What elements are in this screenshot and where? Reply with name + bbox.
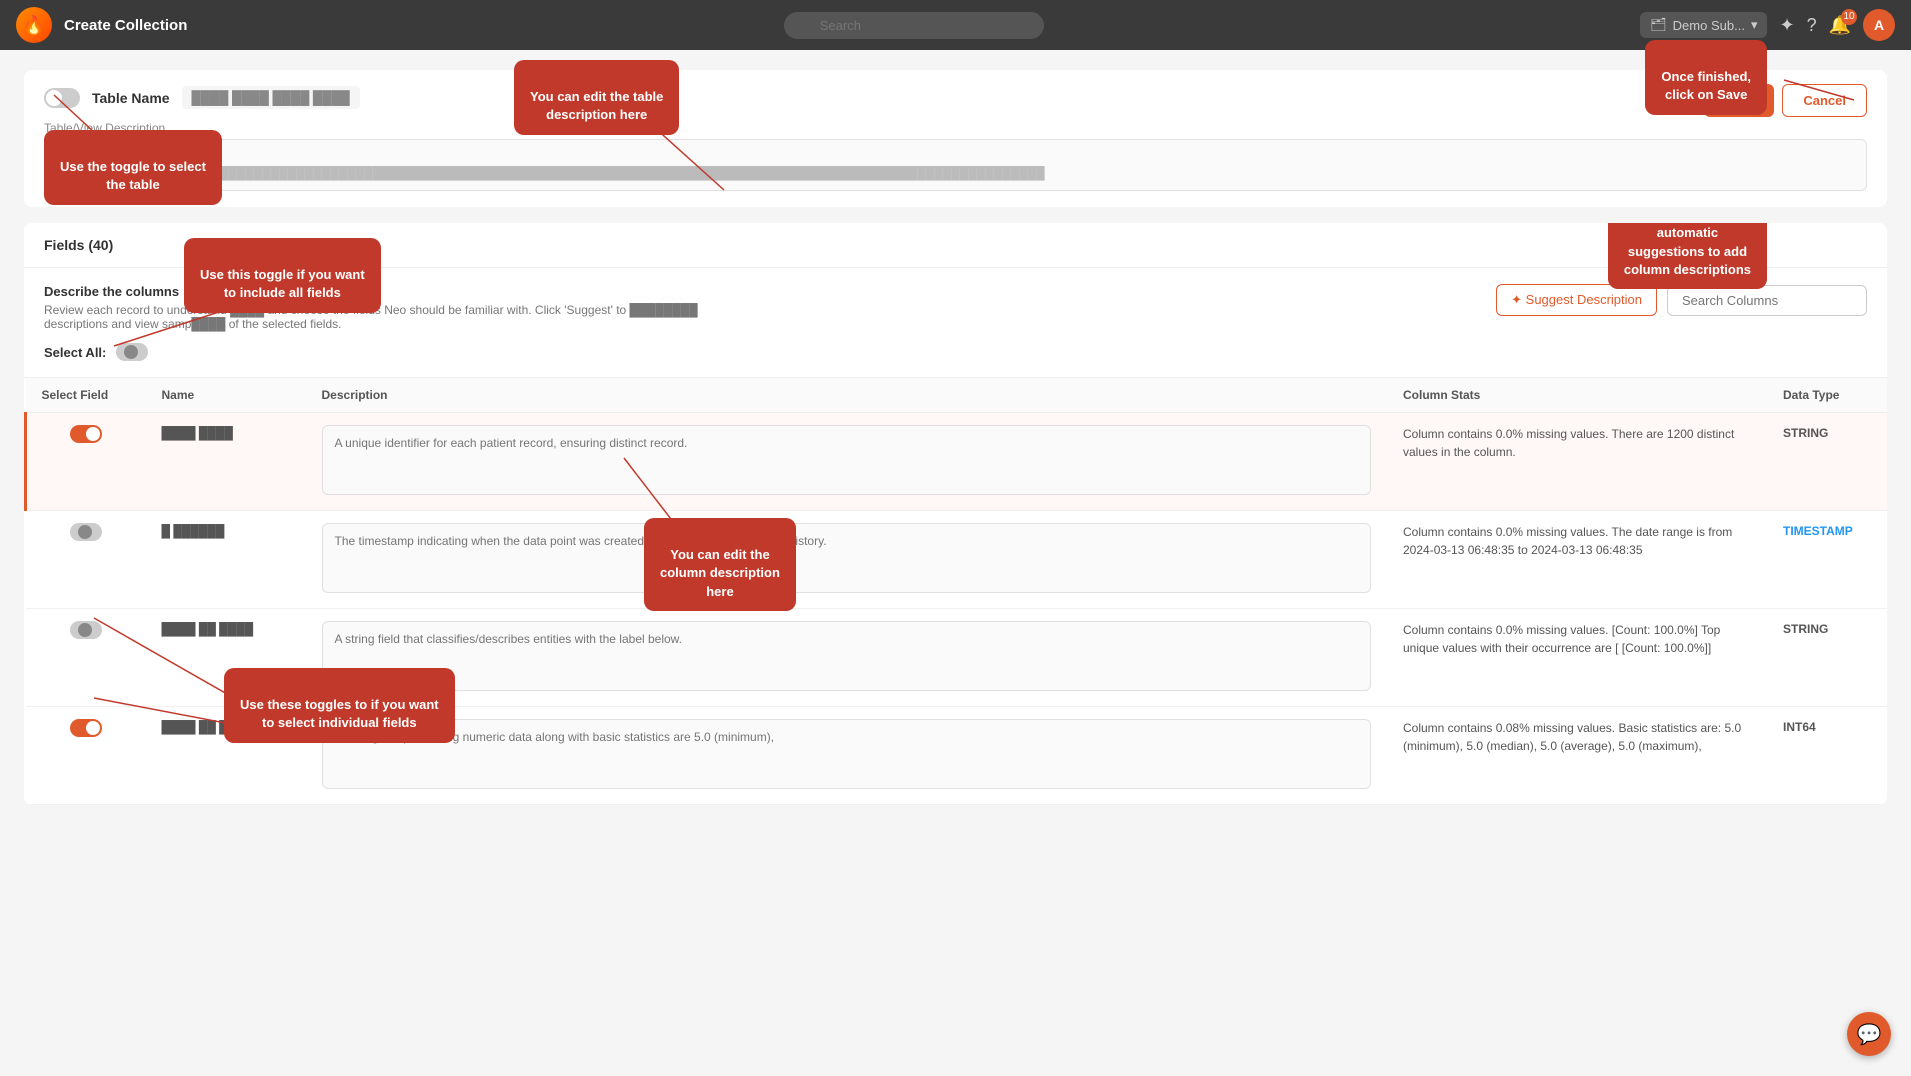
table-name-row: Table Name ████ ████ ████ ████ [44, 86, 1867, 109]
header-row: Select Field Name Description Column Sta… [26, 378, 1888, 413]
topnav: 🔥 Create Collection 🔍 🗂 Demo Sub... ▾ ✦ … [0, 0, 1911, 50]
cell-stats-2: Column contains 0.0% missing values. [Co… [1387, 609, 1767, 707]
select-all-toggle[interactable] [116, 343, 148, 361]
chat-icon: 💬 [1857, 1022, 1882, 1047]
cell-select-1 [26, 511, 146, 609]
fields-section: Fields (40) Describe the columns Review … [24, 223, 1887, 805]
cell-type-1: TIMESTAMP [1767, 511, 1887, 609]
topnav-right: 🗂 Demo Sub... ▾ ✦ ? 🔔 10 A [1640, 9, 1895, 41]
annotation-toggle-table: Use the toggle to select the table [44, 130, 222, 205]
row-toggle-1[interactable] [70, 523, 102, 541]
avatar-letter: A [1874, 17, 1884, 33]
cell-name-0: ████ ████ [146, 413, 306, 511]
select-all-label: Select All: [44, 345, 106, 360]
th-stats: Column Stats [1387, 378, 1767, 413]
desc-input-2[interactable] [322, 621, 1372, 691]
cell-desc-0[interactable] [306, 413, 1388, 511]
desc-sublabel: TableView Description [57, 150, 1854, 162]
describe-subtitle: Review each record to understand ████ an… [44, 303, 744, 331]
cell-desc-2[interactable] [306, 609, 1388, 707]
row-toggle-2[interactable] [70, 621, 102, 639]
main-content: Table Name ████ ████ ████ ████ Save Canc… [0, 50, 1911, 1076]
cell-select-2 [26, 609, 146, 707]
cell-stats-3: Column contains 0.08% missing values. Ba… [1387, 707, 1767, 805]
th-select-field: Select Field [26, 378, 146, 413]
table-header-section: Table Name ████ ████ ████ ████ Save Canc… [24, 70, 1887, 207]
search-columns-input[interactable] [1667, 285, 1867, 316]
annotation-individual-toggles: Use these toggles to if you want to sele… [224, 668, 455, 743]
notification-count: 10 [1841, 9, 1857, 25]
cell-name-1: █ ██████ [146, 511, 306, 609]
cell-select-0 [26, 413, 146, 511]
desc-input-0[interactable] [322, 425, 1372, 495]
page-wrapper: 🔥 Create Collection 🔍 🗂 Demo Sub... ▾ ✦ … [0, 0, 1911, 1076]
cell-stats-0: Column contains 0.0% missing values. The… [1387, 413, 1767, 511]
table-header: Select Field Name Description Column Sta… [26, 378, 1888, 413]
help-icon: ? [1807, 15, 1817, 35]
logo-icon: 🔥 [23, 15, 45, 36]
cell-type-3: INT64 [1767, 707, 1887, 805]
cell-type-2: STRING [1767, 609, 1887, 707]
notification-bell[interactable]: 🔔 10 [1829, 15, 1851, 36]
workspace-label: Demo Sub... [1673, 18, 1745, 33]
data-type-2: STRING [1783, 622, 1828, 636]
desc-label: Table/View Description [44, 121, 1867, 135]
page-title: Create Collection [64, 17, 187, 34]
th-type: Data Type [1767, 378, 1887, 413]
th-name: Name [146, 378, 306, 413]
table-row: ████ ████ Column contains 0.0% missing v… [26, 413, 1888, 511]
workspace-icon: 🗂 [1650, 17, 1667, 33]
chat-bubble[interactable]: 💬 [1847, 1012, 1891, 1056]
annotation-edit-col-desc: You can edit the column description here [644, 518, 796, 611]
search-area: 🔍 [199, 12, 1628, 39]
data-type-1: TIMESTAMP [1783, 524, 1853, 538]
avatar[interactable]: A [1863, 9, 1895, 41]
describe-columns-section: Describe the columns Review each record … [24, 268, 1887, 378]
magic-icon: ✦ [1779, 15, 1794, 35]
table-toggle[interactable] [44, 88, 80, 108]
annotation-save: Once finished, click on Save [1645, 40, 1767, 115]
field-name-1: █ ██████ [162, 524, 225, 538]
annotation-include-all: Use this toggle if you want to include a… [184, 238, 381, 313]
table-name-value: ████ ████ ████ ████ [182, 86, 360, 109]
help-button[interactable]: ? [1807, 15, 1817, 36]
row-toggle-0[interactable] [70, 425, 102, 443]
chevron-down-icon: ▾ [1751, 17, 1758, 33]
app-logo[interactable]: 🔥 [16, 7, 52, 43]
field-name-2: ████ ██ ████ [162, 622, 254, 636]
cell-stats-1: Column contains 0.0% missing values. The… [1387, 511, 1767, 609]
cell-desc-3[interactable] [306, 707, 1388, 805]
cell-type-0: STRING [1767, 413, 1887, 511]
magic-button[interactable]: ✦ [1779, 15, 1794, 36]
field-name-0: ████ ████ [162, 426, 233, 440]
desc-section: Table/View Description TableView Descrip… [44, 121, 1867, 191]
table-row: █ ██████ Column contains 0.0% missing va… [26, 511, 1888, 609]
cell-desc-1[interactable] [306, 511, 1388, 609]
cell-select-3 [26, 707, 146, 805]
fields-table-wrapper: Select Field Name Description Column Sta… [24, 378, 1887, 805]
annotation-edit-table-desc: You can edit the table description here [514, 60, 679, 135]
desc-input-1[interactable] [322, 523, 1372, 593]
table-body: ████ ████ Column contains 0.0% missing v… [26, 413, 1888, 805]
select-all-row: Select All: [44, 343, 1867, 361]
desc-input-3[interactable] [322, 719, 1372, 789]
search-wrapper: 🔍 [784, 12, 1044, 39]
table-name-label: Table Name [92, 90, 170, 106]
th-description: Description [306, 378, 1388, 413]
data-type-0: STRING [1783, 426, 1828, 440]
workspace-dropdown[interactable]: 🗂 Demo Sub... ▾ [1640, 12, 1767, 38]
data-type-3: INT64 [1783, 720, 1816, 734]
desc-value: This table contains ████████████████████… [57, 166, 1854, 180]
row-toggle-3[interactable] [70, 719, 102, 737]
search-input[interactable] [784, 12, 1044, 39]
annotation-suggest: You can use automatic suggestions to add… [1608, 223, 1767, 289]
cancel-button[interactable]: Cancel [1782, 84, 1867, 117]
